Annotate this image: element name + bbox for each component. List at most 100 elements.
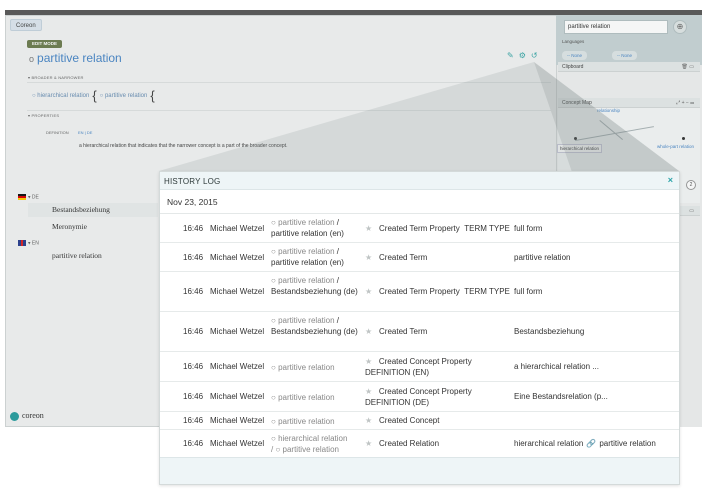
clipboard-actions[interactable]: 🗑 ▭: [682, 62, 694, 72]
row-user: Michael Wetzel: [210, 439, 265, 448]
breadcrumb[interactable]: Coreon: [10, 19, 42, 31]
row-time: 16:46: [183, 392, 204, 401]
row-concept: ○ partitive relation / partitive relatio…: [271, 247, 344, 267]
history-date: Nov 23, 2015: [167, 197, 218, 207]
relation-source: hierarchical relation: [514, 439, 584, 448]
row-detail: Eine Bestandsrelation (p...: [514, 392, 608, 401]
map-node-hierarchical[interactable]: hierarchical relation: [557, 144, 603, 153]
concept-map-header[interactable]: Concept Map ⤢ + − ▭: [558, 98, 700, 108]
star-icon[interactable]: ★: [365, 439, 372, 448]
concept-bullet-icon: o: [29, 54, 35, 64]
row-user: Michael Wetzel: [210, 362, 265, 371]
row-action: Created Relation: [379, 439, 440, 448]
star-icon[interactable]: ★: [365, 357, 372, 366]
broader-narrower: ○ hierarchical relation {○ partitive rela…: [32, 88, 158, 103]
row-detail: hierarchical relation 🔗 partitive relation: [514, 439, 656, 448]
clipboard-header[interactable]: Clipboard 🗑 ▭: [558, 62, 700, 72]
row-action: Created Term: [379, 327, 428, 336]
history-row: 16:46 Michael Wetzel ○ partitive relatio…: [160, 272, 679, 312]
search-button[interactable]: ⊕: [673, 20, 687, 34]
concept-link-label: partitive relation: [278, 276, 335, 285]
history-row: 16:46 Michael Wetzel ○ partitive relatio…: [160, 382, 679, 412]
row-action: Created Term Property TERM TYPE: [379, 224, 510, 233]
modal-title: HISTORY LOG: [164, 177, 221, 186]
term-de-1[interactable]: Bestandsbeziehung: [52, 205, 110, 214]
self-concept-label: partitive relation: [104, 93, 148, 100]
lang-de-label: DE: [31, 194, 39, 201]
concept-link[interactable]: ○ partitive relation: [271, 247, 335, 256]
row-prop-type: TERM TYPE: [464, 224, 510, 233]
languages-label: Languages: [562, 39, 585, 44]
search-icon: ⊕: [676, 22, 684, 31]
map-node-whole-part[interactable]: whole-part relation: [657, 144, 694, 149]
concept-map-actions[interactable]: ⤢ + − ▭: [676, 98, 694, 108]
broader-concept-link[interactable]: ○ hierarchical relation: [32, 93, 89, 99]
row-detail: full form: [514, 224, 543, 233]
target-concept-link[interactable]: / ○ partitive relation: [271, 445, 339, 454]
star-icon[interactable]: ★: [365, 387, 372, 396]
history-row: 16:46 Michael Wetzel ○ hierarchical rela…: [160, 430, 679, 457]
row-user: Michael Wetzel: [210, 287, 265, 296]
star-icon[interactable]: ★: [365, 253, 372, 262]
row-time: 16:46: [183, 287, 204, 296]
gear-icon[interactable]: ⚙: [519, 51, 531, 60]
map-node-dot: [574, 137, 577, 140]
row-detail: full form: [514, 287, 543, 296]
broader-narrower-heading[interactable]: ▾ BROADER & NARROWER: [28, 75, 84, 80]
term-link[interactable]: partitive relation (en): [271, 229, 344, 238]
term-de-2[interactable]: Meronymie: [52, 222, 87, 231]
star-icon[interactable]: ★: [365, 224, 372, 233]
concept-link-label: partitive relation: [278, 417, 335, 426]
history-icon[interactable]: ↺: [531, 51, 543, 60]
map-node-relationship[interactable]: relationship: [597, 108, 620, 113]
definition-lang-tabs[interactable]: EN | DE: [78, 130, 92, 135]
star-icon[interactable]: ★: [365, 287, 372, 296]
broader-narrower-heading-label: BROADER & NARROWER: [31, 75, 84, 80]
row-action-label: Created Concept Property DEFINITION (EN): [365, 357, 472, 377]
row-user: Michael Wetzel: [210, 224, 265, 233]
row-time: 16:46: [183, 362, 204, 371]
screenshot-stage: Coreon EDIT MODE o partitive relation ✎⚙↺…: [0, 0, 707, 496]
history-row: 16:46 Michael Wetzel ○ partitive relatio…: [160, 412, 679, 430]
row-action-label: Created Term Property: [379, 224, 460, 233]
concept-link[interactable]: ○ partitive relation: [271, 416, 359, 427]
term-en-1[interactable]: partitive relation: [52, 251, 102, 260]
language-select-2[interactable]: -- None: [612, 51, 638, 60]
star-icon[interactable]: ★: [365, 416, 372, 425]
row-time: 16:46: [183, 327, 204, 336]
row-concept: ○ partitive relation / Bestandsbeziehung…: [271, 316, 358, 336]
concept-link[interactable]: ○ hierarchical relation: [271, 434, 347, 443]
star-icon[interactable]: ★: [365, 327, 372, 336]
panel-section-actions[interactable]: ▭: [689, 206, 694, 216]
lang-section-de[interactable]: ▾ DE: [18, 194, 39, 200]
coreon-logo: coreon: [10, 411, 44, 421]
term-link[interactable]: partitive relation (en): [271, 258, 344, 267]
concept-title: o partitive relation: [29, 51, 122, 65]
row-action: ★ Created Concept Property DEFINITION (D…: [365, 386, 505, 408]
lang-en-label: EN: [31, 240, 39, 247]
definition-text: a hierarchical relation that indicates t…: [79, 143, 288, 149]
history-log-modal: HISTORY LOG × Nov 23, 2015 16:46 Michael…: [159, 171, 680, 485]
pin-icon[interactable]: ✎: [507, 51, 519, 60]
row-concept: ○ hierarchical relation / ○ partitive rel…: [271, 433, 359, 455]
term-link[interactable]: Bestandsbeziehung (de): [271, 327, 358, 336]
self-concept-link[interactable]: ○ partitive relation: [100, 93, 148, 99]
edit-mode-badge[interactable]: EDIT MODE: [27, 40, 63, 48]
row-user: Michael Wetzel: [210, 392, 265, 401]
coreon-logo-text: coreon: [22, 411, 44, 420]
search-input[interactable]: partitive relation: [564, 20, 668, 34]
definition-label: DEFINITION: [46, 130, 69, 135]
language-select-1[interactable]: -- None: [562, 51, 588, 60]
concept-link[interactable]: ○ partitive relation: [271, 218, 335, 227]
properties-heading[interactable]: ▾ PROPERTIES: [28, 113, 59, 118]
lang-section-en[interactable]: ▾ EN: [18, 240, 39, 246]
concept-link[interactable]: ○ partitive relation: [271, 392, 359, 403]
close-icon[interactable]: ×: [668, 175, 673, 185]
concept-link[interactable]: ○ partitive relation: [271, 276, 335, 285]
brace-open-2: {: [150, 88, 155, 103]
concept-link[interactable]: ○ partitive relation: [271, 316, 335, 325]
link-icon: 🔗: [586, 439, 597, 448]
concept-link-label: hierarchical relation: [278, 434, 348, 443]
concept-link[interactable]: ○ partitive relation: [271, 362, 359, 373]
term-link[interactable]: Bestandsbeziehung (de): [271, 287, 358, 296]
